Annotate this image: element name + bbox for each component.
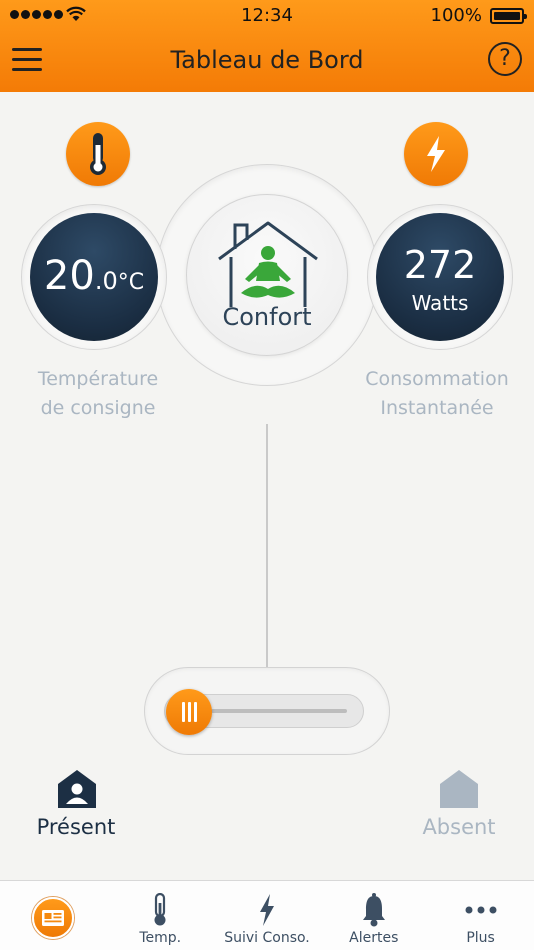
temperature-label-line1: Température bbox=[37, 368, 159, 390]
consumption-unit: Watts bbox=[411, 291, 469, 315]
presence-toggle-knob[interactable] bbox=[166, 689, 212, 735]
thermometer-icon bbox=[154, 893, 166, 926]
temperature-label-line2: de consigne bbox=[40, 397, 156, 419]
tab-dashboard[interactable] bbox=[0, 881, 107, 950]
absent-house-icon[interactable] bbox=[438, 768, 480, 810]
bell-icon bbox=[362, 893, 385, 927]
tab-temperature[interactable]: Temp. bbox=[107, 881, 214, 950]
consumption-label-line1: Consommation bbox=[365, 368, 509, 390]
temperature-label: Température de consigne bbox=[18, 365, 178, 423]
present-house-icon[interactable] bbox=[56, 768, 98, 810]
tab-more[interactable]: Plus bbox=[427, 881, 534, 950]
lightning-icon bbox=[427, 136, 445, 172]
page-title: Tableau de Bord bbox=[170, 46, 364, 74]
consumption-label-line2: Instantanée bbox=[380, 397, 494, 419]
tab-more-label: Plus bbox=[466, 930, 495, 946]
tab-temperature-label: Temp. bbox=[139, 930, 182, 946]
consumption-display[interactable]: 272 Watts bbox=[376, 213, 504, 341]
mode-label: Confort bbox=[222, 303, 312, 331]
temperature-display[interactable]: 20.0°C bbox=[30, 213, 158, 341]
temperature-decimal: .0 bbox=[94, 267, 118, 295]
tab-consumption-label: Suivi Conso. bbox=[224, 930, 310, 946]
tab-consumption[interactable]: Suivi Conso. bbox=[214, 881, 321, 950]
more-icon bbox=[465, 906, 497, 914]
dashboard-main: 20.0°C 272 Watts Confort Température de … bbox=[0, 92, 534, 872]
thermometer-badge bbox=[66, 122, 130, 186]
consumption-value: 272 bbox=[403, 243, 477, 287]
tab-alerts-label: Alertes bbox=[349, 930, 399, 946]
thermometer-icon bbox=[90, 133, 106, 175]
lightning-icon bbox=[259, 894, 274, 926]
battery-icon bbox=[490, 8, 527, 24]
mode-display[interactable]: Confort bbox=[186, 194, 348, 356]
absent-label[interactable]: Absent bbox=[409, 815, 509, 839]
tab-alerts[interactable]: Alertes bbox=[320, 881, 427, 950]
dashboard-icon bbox=[32, 897, 75, 939]
temperature-unit: °C bbox=[117, 270, 145, 295]
consumption-label: Consommation Instantanée bbox=[352, 365, 522, 423]
meditation-icon bbox=[241, 246, 295, 298]
app-header: 12:34 100% Tableau de Bord ? bbox=[0, 0, 534, 92]
battery-percent: 100% bbox=[430, 5, 482, 26]
status-bar: 12:34 100% bbox=[0, 0, 534, 30]
present-label[interactable]: Présent bbox=[26, 815, 126, 839]
help-button[interactable]: ? bbox=[488, 42, 522, 76]
tab-bar: Temp. Suivi Conso. Alertes Plus bbox=[0, 880, 534, 950]
lightning-badge bbox=[404, 122, 468, 186]
temperature-integer: 20 bbox=[43, 253, 95, 299]
